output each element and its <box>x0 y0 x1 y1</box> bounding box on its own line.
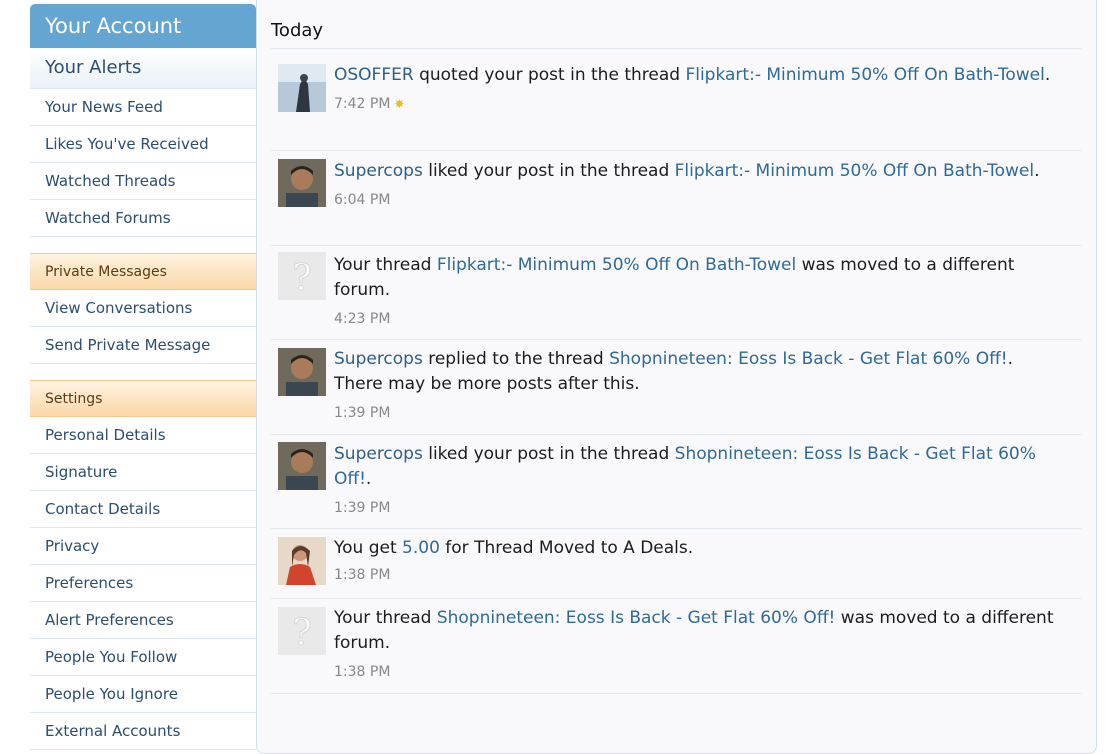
sidebar-item-preferences[interactable]: Preferences <box>30 565 256 602</box>
account-sidebar: Your Account Your Alerts Your News Feed … <box>30 4 256 750</box>
user-avatar[interactable]: ? <box>278 252 326 300</box>
alert-thread-link[interactable]: Flipkart:- Minimum 50% Off On Bath-Towel <box>685 65 1044 85</box>
user-avatar[interactable]: ? <box>278 607 326 655</box>
alert-item: Supercops replied to the thread Shopnine… <box>271 340 1081 435</box>
alert-text-part: Your thread <box>334 608 437 628</box>
alert-text-part: Your thread <box>334 255 437 275</box>
sidebar-item-likes-received[interactable]: Likes You've Received <box>30 126 256 163</box>
user-avatar[interactable] <box>278 64 326 112</box>
alert-points-link[interactable]: 5.00 <box>402 538 440 558</box>
new-alert-star-icon: ✸ <box>394 97 405 111</box>
sidebar-item-alert-preferences[interactable]: Alert Preferences <box>30 602 256 639</box>
user-avatar[interactable] <box>278 442 326 490</box>
alert-text: OSOFFER quoted your post in the thread F… <box>334 63 1064 114</box>
alert-user-link[interactable]: OSOFFER <box>334 65 414 85</box>
sidebar-item-news-feed[interactable]: Your News Feed <box>30 89 256 126</box>
alert-timestamp: 1:38 PM <box>334 567 391 583</box>
alert-text-part: You get <box>334 538 403 558</box>
sidebar-item-view-conversations[interactable]: View Conversations <box>30 290 256 327</box>
alert-item: OSOFFER quoted your post in the thread F… <box>271 49 1081 151</box>
alert-text-part: . <box>365 469 372 489</box>
user-photo-icon <box>278 348 326 396</box>
alert-timestamp: 1:39 PM <box>334 500 391 516</box>
sidebar-item-external-accounts[interactable]: External Accounts <box>30 713 256 750</box>
sidebar-section-private-messages[interactable]: Private Messages <box>30 253 256 290</box>
alert-text-part: . <box>1034 161 1040 181</box>
alert-text-part: replied to the thread <box>422 349 610 369</box>
sidebar-item-your-alerts[interactable]: Your Alerts <box>30 48 256 89</box>
sidebar-item-watched-threads[interactable]: Watched Threads <box>30 163 256 200</box>
alert-item: Supercops liked your post in the thread … <box>271 151 1081 246</box>
alert-text-part: quoted your post in the thread <box>413 65 686 85</box>
user-photo-icon <box>278 537 326 585</box>
unknown-user-icon: ? <box>278 252 326 300</box>
user-photo-icon <box>278 159 326 207</box>
svg-text:?: ? <box>292 613 311 654</box>
alert-text: Supercops liked your post in the thread … <box>334 159 1064 210</box>
sidebar-item-watched-forums[interactable]: Watched Forums <box>30 200 256 237</box>
sidebar-item-contact-details[interactable]: Contact Details <box>30 491 256 528</box>
user-avatar[interactable] <box>278 537 326 585</box>
user-photo-icon <box>278 442 326 490</box>
alert-text: Supercops replied to the thread Shopnine… <box>334 347 1064 423</box>
sidebar-item-people-you-follow[interactable]: People You Follow <box>30 639 256 676</box>
unknown-user-icon: ? <box>278 607 326 655</box>
alert-text-part: . <box>1044 65 1051 85</box>
alert-text: Your thread Shopnineteen: Eoss Is Back -… <box>334 606 1064 682</box>
alert-text-part: liked your post in the thread <box>422 444 675 464</box>
alert-item: You get 5.00 for Thread Moved to A Deals… <box>271 529 1081 599</box>
sidebar-section-settings[interactable]: Settings <box>30 380 256 417</box>
sidebar-header: Your Account <box>30 4 256 48</box>
alert-text: Your thread Flipkart:- Minimum 50% Off O… <box>334 253 1064 329</box>
alert-user-link[interactable]: Supercops <box>334 444 423 464</box>
user-avatar[interactable] <box>278 159 326 207</box>
alert-thread-link[interactable]: Shopnineteen: Eoss Is Back - Get Flat 60… <box>437 608 836 628</box>
alert-timestamp: 1:38 PM <box>334 664 391 680</box>
sidebar-item-people-you-ignore[interactable]: People You Ignore <box>30 676 256 713</box>
alert-item: Supercops liked your post in the thread … <box>271 435 1081 529</box>
alert-text-part: for Thread Moved to A Deals. <box>439 538 694 558</box>
alert-text-part: liked your post in the thread <box>422 161 675 181</box>
alert-text: Supercops liked your post in the thread … <box>334 442 1064 518</box>
alerts-heading-today: Today <box>271 20 324 41</box>
alert-timestamp: 6:04 PM <box>334 192 391 208</box>
sidebar-item-signature[interactable]: Signature <box>30 454 256 491</box>
alert-thread-link[interactable]: Shopnineteen: Eoss Is Back - Get Flat 60… <box>609 349 1008 369</box>
alert-timestamp: 7:42 PM ✸ <box>334 96 405 112</box>
sidebar-item-privacy[interactable]: Privacy <box>30 528 256 565</box>
alert-text: You get 5.00 for Thread Moved to A Deals… <box>334 536 1064 585</box>
svg-text:?: ? <box>292 258 311 299</box>
alert-user-link[interactable]: Supercops <box>334 349 423 369</box>
alert-item: ? Your thread Flipkart:- Minimum 50% Off… <box>271 246 1081 340</box>
alert-item: ? Your thread Shopnineteen: Eoss Is Back… <box>271 599 1081 694</box>
user-photo-icon <box>278 64 326 112</box>
alert-thread-link[interactable]: Flipkart:- Minimum 50% Off On Bath-Towel <box>437 255 796 275</box>
sidebar-item-send-private-message[interactable]: Send Private Message <box>30 327 256 364</box>
alert-timestamp: 1:39 PM <box>334 405 391 421</box>
sidebar-item-personal-details[interactable]: Personal Details <box>30 417 256 454</box>
user-avatar[interactable] <box>278 348 326 396</box>
alert-thread-link[interactable]: Flipkart:- Minimum 50% Off On Bath-Towel <box>675 161 1034 181</box>
alert-user-link[interactable]: Supercops <box>334 161 423 181</box>
alert-timestamp: 4:23 PM <box>334 311 391 327</box>
